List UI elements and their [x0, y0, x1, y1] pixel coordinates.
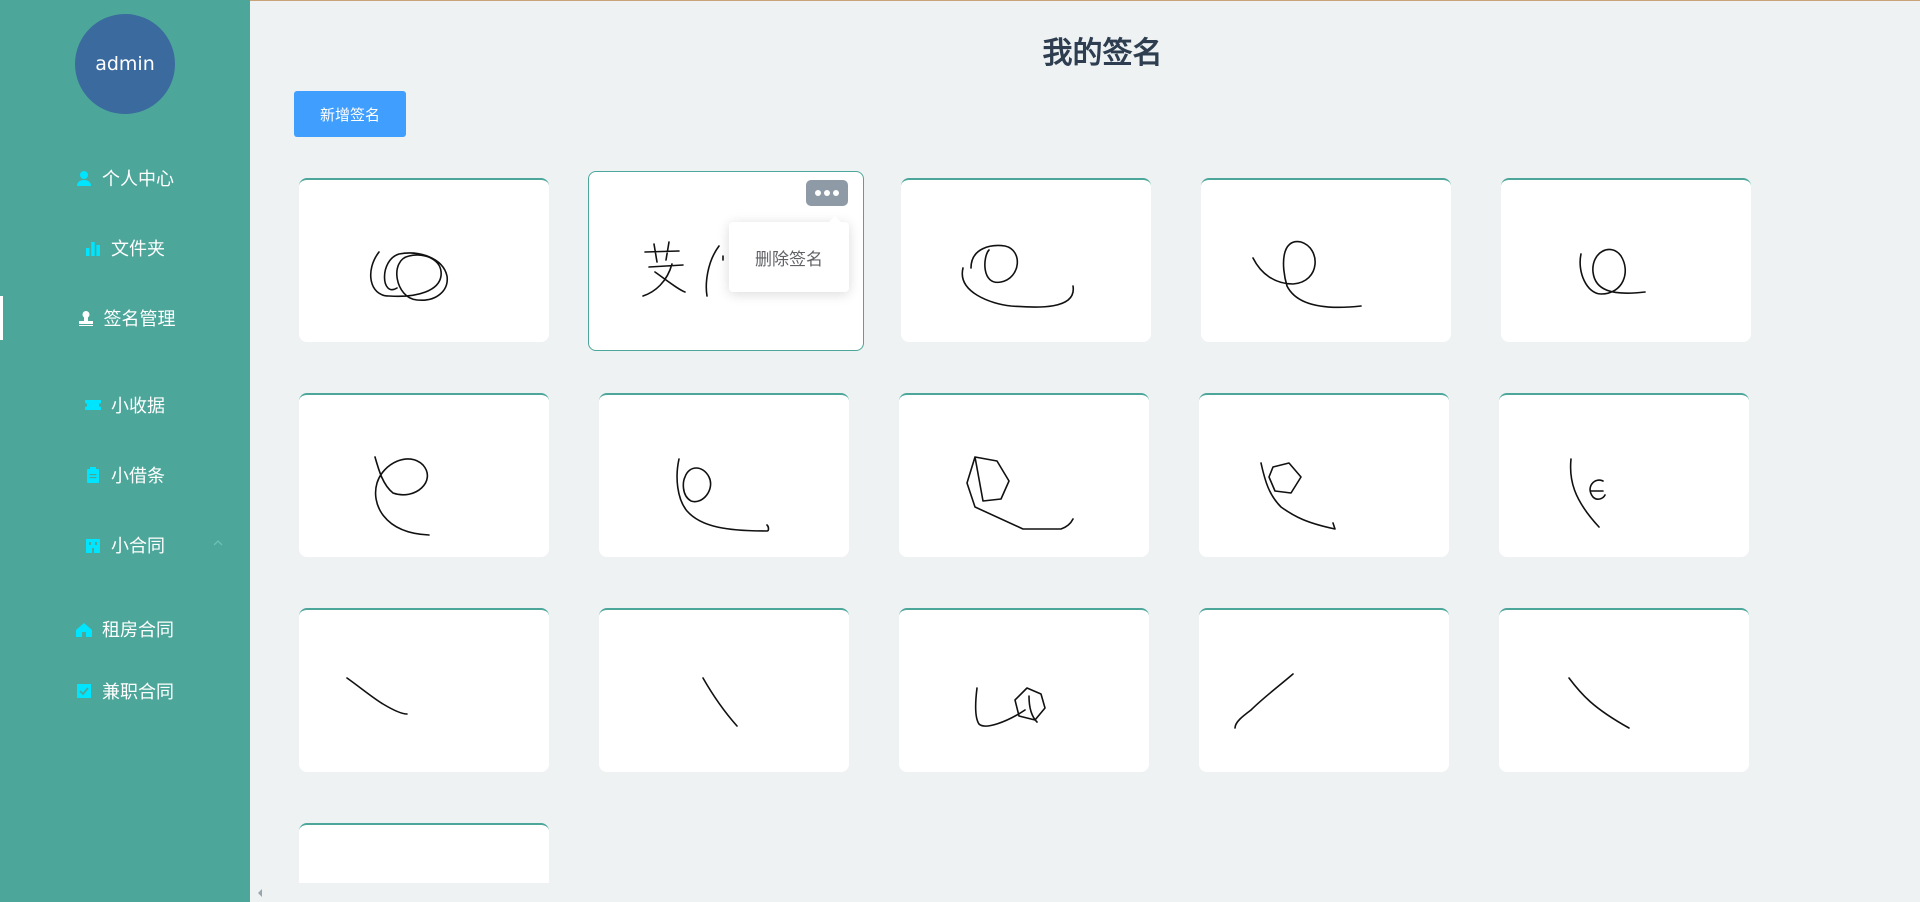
- page-title: 我的签名: [1042, 36, 1163, 71]
- sidebar-item-label: 租房合同: [102, 620, 174, 641]
- user-icon: [76, 170, 92, 186]
- signature-card[interactable]: [599, 393, 849, 557]
- bar-chart-icon: [85, 240, 101, 256]
- signature-card[interactable]: [1499, 393, 1749, 557]
- signature-drawing: [966, 456, 1074, 530]
- signature-drawing: [974, 687, 1046, 727]
- sidebar-item-rental-contract[interactable]: 租房合同: [0, 607, 250, 651]
- house-icon: [76, 621, 92, 637]
- sidebar-item-label: 文件夹: [111, 239, 165, 260]
- checklist-icon: [76, 683, 92, 699]
- signature-drawing: [1569, 458, 1606, 528]
- signature-card[interactable]: [599, 608, 849, 772]
- signature-drawing: [676, 458, 770, 532]
- signature-drawing: [346, 677, 408, 715]
- sidebar-item-receipt[interactable]: 小收据: [0, 383, 250, 427]
- add-signature-button[interactable]: 新增签名: [294, 91, 406, 137]
- sidebar-item-personal-center[interactable]: 个人中心: [0, 156, 250, 200]
- signature-card[interactable]: [901, 178, 1151, 342]
- avatar[interactable]: admin: [75, 14, 175, 114]
- delete-signature-label: 删除签名: [755, 249, 823, 270]
- signature-drawing: [961, 244, 1074, 308]
- signature-card[interactable]: [299, 178, 549, 342]
- ticket-icon: [85, 397, 101, 413]
- signature-card[interactable]: [1499, 608, 1749, 772]
- signature-card[interactable]: [1501, 178, 1751, 342]
- signature-card[interactable]: [1201, 178, 1451, 342]
- delete-signature-menu-item[interactable]: 删除签名: [729, 216, 849, 292]
- signature-drawing: [374, 456, 430, 536]
- signature-card[interactable]: [899, 608, 1149, 772]
- signature-drawing: [1260, 462, 1336, 530]
- chevron-up-icon[interactable]: [213, 540, 223, 546]
- stamp-icon: [78, 310, 94, 326]
- sidebar-item-folders[interactable]: 文件夹: [0, 226, 250, 270]
- signature-drawing: [1234, 673, 1294, 729]
- sidebar-item-part-time-contract[interactable]: 兼职合同: [0, 669, 250, 713]
- signature-card-selected[interactable]: 删除签名: [588, 171, 864, 351]
- sidebar-item-label: 小收据: [111, 396, 165, 417]
- signature-drawing: [370, 251, 448, 301]
- signature-card[interactable]: [299, 823, 549, 883]
- sidebar-item-label: 兼职合同: [102, 682, 174, 703]
- sidebar-item-label: 签名管理: [103, 309, 176, 330]
- sidebar-item-label: 个人中心: [102, 169, 174, 190]
- signature-card[interactable]: [1199, 608, 1449, 772]
- signature-drawing: [1579, 248, 1646, 295]
- signature-drawing: [1568, 677, 1630, 729]
- popover-arrow: [829, 216, 841, 222]
- sidebar-item-label: 小借条: [111, 466, 165, 487]
- signature-card[interactable]: [299, 608, 549, 772]
- clipboard-icon: [85, 467, 101, 483]
- sidebar-item-iou[interactable]: 小借条: [0, 453, 250, 497]
- sidebar: admin 个人中心 文件夹 签名管理 小收据 小借条 小合同 租房合同 兼职合…: [0, 0, 250, 902]
- signature-card[interactable]: [899, 393, 1149, 557]
- main-content: 我的签名 新增签名 删除签名: [250, 0, 1920, 902]
- signature-card[interactable]: [299, 393, 549, 557]
- building-icon: [85, 537, 101, 553]
- signature-drawing: [702, 677, 738, 727]
- sidebar-item-label: 小合同: [111, 536, 165, 557]
- more-options-button[interactable]: [806, 180, 848, 206]
- signature-drawing: [1252, 240, 1362, 309]
- signature-card[interactable]: [1199, 393, 1449, 557]
- sidebar-item-signature-management[interactable]: 签名管理: [0, 296, 250, 340]
